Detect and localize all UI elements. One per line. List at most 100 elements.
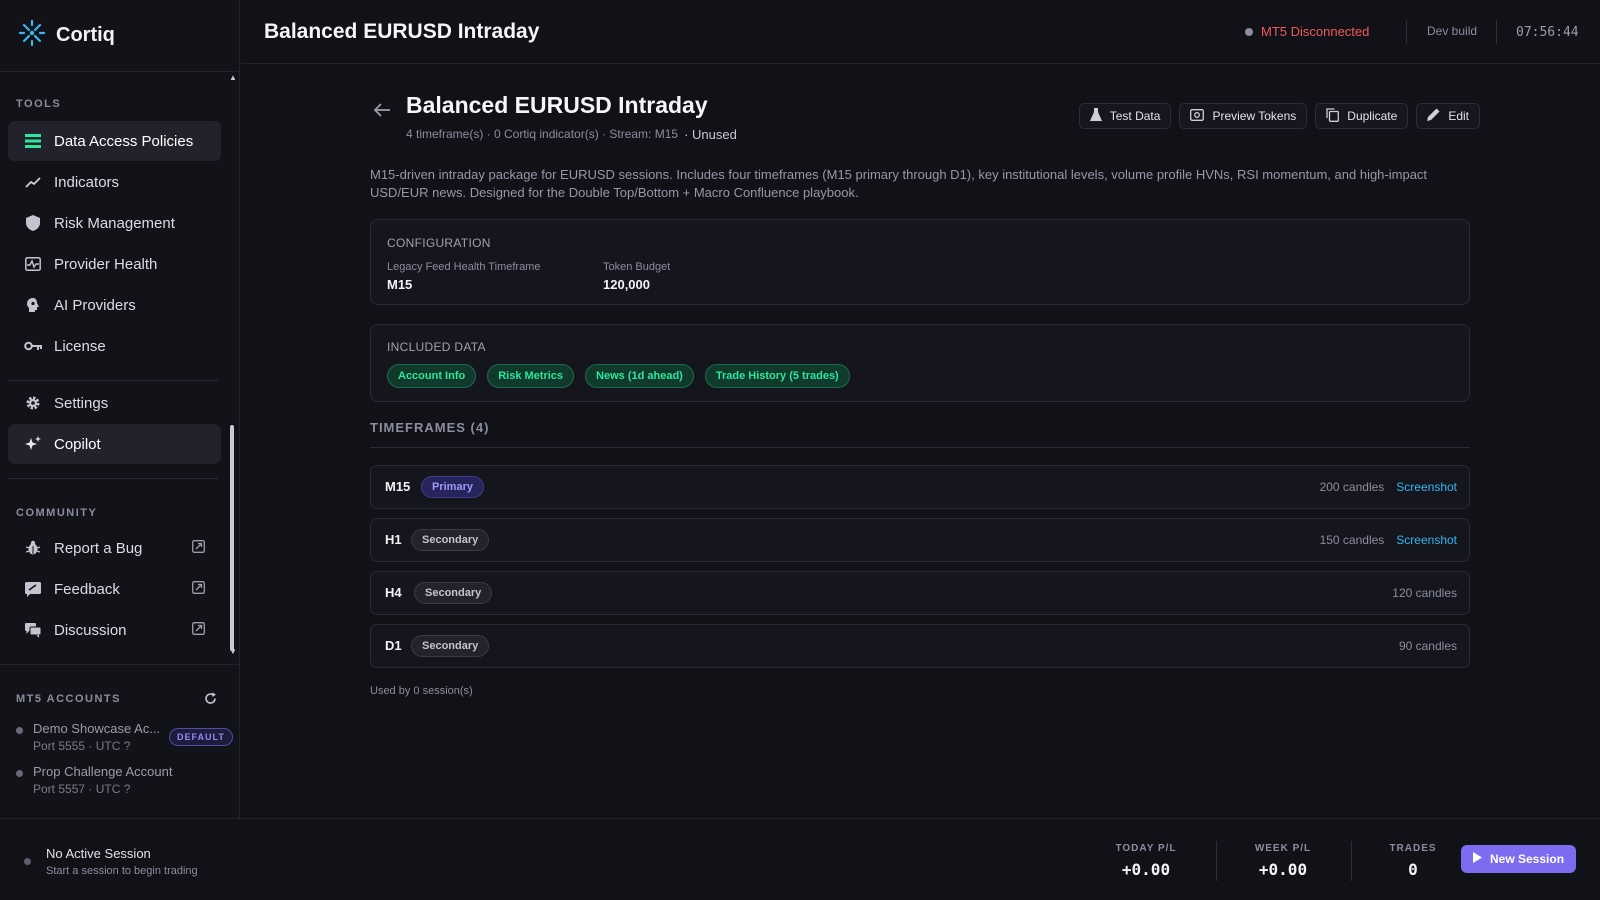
button-label: New Session (1490, 852, 1565, 866)
timeframe-role-badge: Secondary (411, 529, 490, 551)
chat-bubbles-icon (24, 621, 42, 639)
policy-meta: 4 timeframe(s) · 0 Cortiq indicator(s) ·… (406, 127, 737, 142)
screenshot-link[interactable]: Screenshot (1396, 480, 1457, 494)
feedback-icon (24, 580, 42, 598)
candle-count: 120 candles (1392, 586, 1457, 600)
sidebar-item-label: Indicators (54, 173, 120, 191)
brand[interactable]: Cortiq (0, 0, 239, 72)
preview-tokens-button[interactable]: Preview Tokens (1179, 103, 1308, 129)
sidebar-item-indicators[interactable]: Indicators (8, 162, 221, 202)
candle-count: 150 candles (1319, 533, 1385, 547)
field-value: M15 (387, 277, 413, 292)
sidebar-item-label: Provider Health (54, 255, 158, 273)
account-status-dot (16, 770, 23, 777)
account-name: Demo Showcase Ac... (33, 721, 161, 736)
data-chip: Account Info (387, 364, 477, 388)
sidebar-item-label: Discussion (54, 621, 127, 639)
mt5-status[interactable]: MT5 Disconnected (1245, 24, 1369, 39)
key-icon (24, 337, 42, 355)
new-session-button[interactable]: New Session (1461, 845, 1577, 873)
sidebar-item-feedback[interactable]: Feedback (8, 569, 221, 609)
community-section-title: COMMUNITY (16, 507, 98, 519)
used-by-text: Used by 0 session(s) (370, 685, 473, 697)
session-title: No Active Session (46, 846, 151, 861)
policy-detail: Balanced EURUSD Intraday 4 timeframe(s) … (241, 65, 1600, 818)
included-data-title: INCLUDED DATA (387, 340, 486, 354)
scroll-down-icon[interactable]: ▼ (229, 647, 237, 656)
timeframe-role-badge: Secondary (411, 635, 490, 657)
session-status-dot (24, 858, 31, 865)
timeframe-name: H1 (385, 532, 402, 547)
pencil-icon (1427, 108, 1440, 124)
scroll-thumb[interactable] (230, 425, 234, 651)
account-details: Port 5555 · UTC ? (33, 739, 131, 753)
pulse-monitor-icon (24, 255, 42, 273)
sidebar-item-risk-management[interactable]: Risk Management (8, 203, 221, 243)
policy-actions: Test Data Preview Tokens Duplicate Edit (1078, 103, 1480, 129)
stat-label: TODAY P/L (1115, 843, 1177, 854)
account-details: Port 5557 · UTC ? (33, 782, 131, 796)
timeframe-role-badge: Secondary (414, 582, 493, 604)
session-subtitle: Start a session to begin trading (46, 865, 198, 877)
field-value: 120,000 (603, 277, 650, 292)
button-label: Preview Tokens (1212, 109, 1297, 123)
timeframes-heading: TIMEFRAMES (4) (370, 420, 490, 435)
candle-count: 90 candles (1398, 639, 1457, 653)
policy-title: Balanced EURUSD Intraday (406, 92, 708, 118)
week-pl-stat: WEEK P/L +0.00 (1250, 843, 1316, 879)
timeframe-row[interactable]: M15 Primary 200 candles Screenshot (370, 465, 1470, 509)
sidebar-item-copilot[interactable]: Copilot (8, 424, 221, 464)
account-item[interactable]: Prop Challenge Account Port 5557 · UTC ? (16, 764, 172, 796)
sidebar-scrollbar[interactable]: ▲ ▼ (229, 73, 237, 656)
cortiq-logo-icon (18, 19, 46, 52)
sidebar-item-label: Risk Management (54, 214, 175, 232)
sidebar-item-label: AI Providers (54, 296, 136, 314)
topbar: Balanced EURUSD Intraday MT5 Disconnecte… (241, 0, 1600, 64)
stat-label: TRADES (1389, 843, 1437, 854)
sidebar-item-report-bug[interactable]: Report a Bug (8, 528, 221, 568)
copy-icon (1326, 107, 1340, 125)
sidebar-item-data-access-policies[interactable]: Data Access Policies (8, 121, 221, 161)
refresh-icon[interactable] (204, 692, 217, 710)
scroll-up-icon[interactable]: ▲ (229, 73, 237, 82)
sidebar-item-license[interactable]: License (8, 326, 221, 366)
duplicate-button[interactable]: Duplicate (1315, 103, 1409, 129)
timeframe-meta: 90 candles (1399, 639, 1457, 653)
policy-meta-text: 4 timeframe(s) · 0 Cortiq indicator(s) ·… (406, 127, 679, 141)
divider (1216, 841, 1217, 881)
sidebar-item-label: License (54, 337, 106, 355)
test-data-button[interactable]: Test Data (1078, 103, 1172, 129)
account-item[interactable]: Demo Showcase Ac... Port 5555 · UTC ? (16, 721, 160, 753)
accounts-section-title: MT5 ACCOUNTS (16, 693, 121, 705)
sidebar-item-label: Copilot (54, 435, 101, 453)
back-arrow-icon[interactable] (373, 103, 391, 122)
data-chip: Risk Metrics (487, 364, 575, 388)
policy-status: · Unused (684, 127, 737, 142)
sidebar-item-provider-health[interactable]: Provider Health (8, 244, 221, 284)
sidebar: Cortiq TOOLS Data Access Policies Indica… (0, 0, 240, 818)
timeframe-name: D1 (385, 638, 402, 653)
database-icon (24, 132, 42, 150)
brain-head-icon (24, 296, 42, 314)
button-label: Duplicate (1347, 109, 1398, 123)
page-header-title: Balanced EURUSD Intraday (264, 20, 540, 43)
divider (1406, 20, 1407, 44)
screenshot-link[interactable]: Screenshot (1396, 533, 1457, 547)
timeframe-row[interactable]: H4 Secondary 120 candles (370, 571, 1470, 615)
divider (1351, 841, 1352, 881)
edit-button[interactable]: Edit (1416, 103, 1480, 129)
configuration-title: CONFIGURATION (387, 236, 491, 250)
sidebar-item-discussion[interactable]: Discussion (8, 610, 221, 650)
button-label: Edit (1448, 109, 1469, 123)
sidebar-item-settings[interactable]: Settings (8, 383, 221, 423)
sidebar-item-ai-providers[interactable]: AI Providers (8, 285, 221, 325)
timeframe-row[interactable]: H1 Secondary 150 candles Screenshot (370, 518, 1470, 562)
trend-line-icon (24, 173, 42, 191)
default-badge: DEFAULT (169, 728, 233, 746)
divider (1496, 20, 1497, 44)
timeframe-row[interactable]: D1 Secondary 90 candles (370, 624, 1470, 668)
sidebar-nav: TOOLS Data Access Policies Indicators Ri… (0, 73, 240, 663)
divider (8, 380, 218, 381)
configuration-card: CONFIGURATION Legacy Feed Health Timefra… (370, 219, 1470, 305)
included-chips: Account Info Risk Metrics News (1d ahead… (387, 364, 850, 388)
